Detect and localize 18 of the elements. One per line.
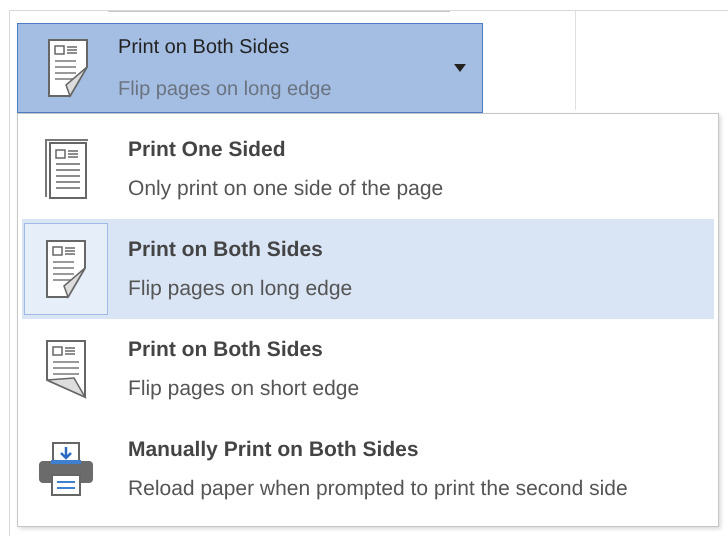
caret-icon: [454, 64, 466, 72]
page-fold-icon: [44, 338, 88, 400]
option-description: Reload paper when prompted to print the second side: [128, 476, 628, 502]
option-title: Manually Print on Both Sides: [128, 436, 420, 462]
option-title: Print on Both Sides: [128, 336, 324, 362]
dropdown-title: Print on Both Sides: [118, 35, 290, 60]
option-description: Flip pages on long edge: [128, 276, 352, 302]
menu-item[interactable]: Print on Both Sides Flip pages on long edge: [22, 219, 714, 319]
dropdown-subtitle: Flip pages on long edge: [118, 77, 332, 102]
option-title: Print One Sided: [128, 136, 287, 162]
duplex-dropdown[interactable]: Print on Both Sides Flip pages on long edge: [17, 23, 483, 113]
option-description: Only print on one side of the page: [128, 176, 444, 202]
page-curl-icon: [44, 238, 88, 300]
document-stack-icon: [44, 138, 88, 200]
page-curl-icon: [46, 37, 90, 99]
option-title: Print on Both Sides: [128, 236, 324, 262]
option-description: Flip pages on short edge: [128, 376, 360, 402]
printer-icon: [37, 441, 95, 497]
